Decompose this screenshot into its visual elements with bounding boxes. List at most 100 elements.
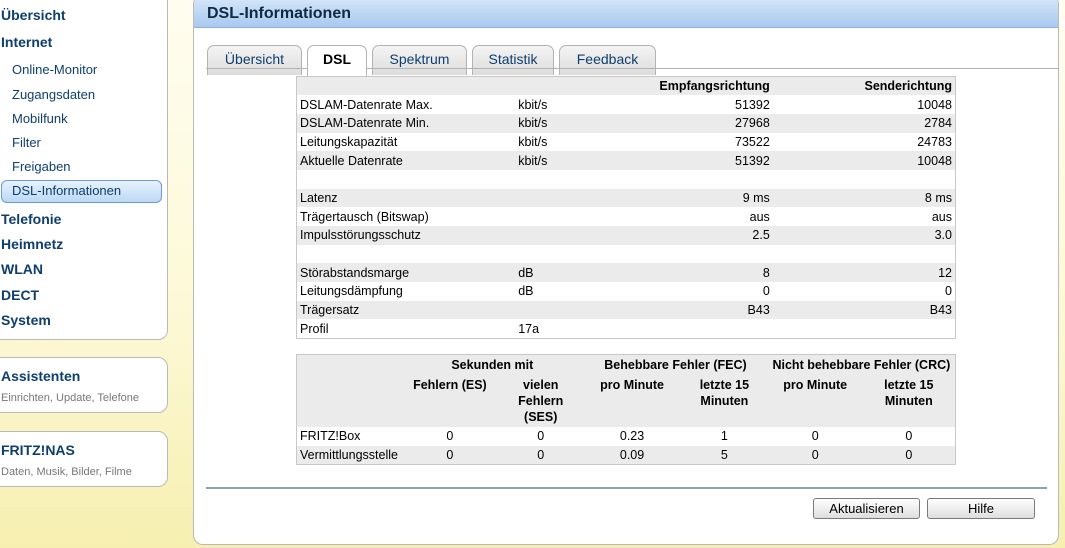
row-value: 0 [537, 447, 545, 462]
header-crc: Nicht behebbare Fehler (CRC) [772, 358, 951, 372]
panel-header: DSL-Informationen [194, 0, 1058, 28]
assistenten-description: Einrichten, Update, Telefone [1, 392, 139, 404]
row-rx-value [645, 319, 773, 338]
row-tx-value: 3.0 [934, 228, 952, 243]
fritznas-box[interactable]: FRITZ!NAS Daten, Musik, Bilder, Filme [0, 431, 168, 487]
tab-feedback[interactable]: Feedback [559, 45, 656, 75]
row-rx-value: 27968 [735, 116, 770, 131]
dsl-info-table: Empfangsrichtung Senderichtung DSLAM-Dat… [296, 76, 956, 339]
tab-spektrum[interactable]: Spektrum [372, 45, 467, 75]
row-tx-value: 8 ms [924, 190, 952, 205]
nav-item-uebersicht[interactable]: Übersicht [1, 7, 66, 23]
row-label: Störabstandsmarge [300, 265, 410, 280]
table-row: Störabstandsmarge dB 8 12 [296, 263, 956, 283]
row-label: DSLAM-Datenrate Max. [300, 97, 433, 112]
row-rx-value: B43 [747, 303, 770, 318]
row-tx-value [773, 245, 956, 264]
assistenten-box[interactable]: Assistenten Einrichten, Update, Telefone [0, 357, 168, 413]
row-unit: kbit/s [518, 134, 548, 149]
row-value: 0 [811, 447, 819, 462]
table-row: Leitungsdämpfung dB 0 0 [296, 282, 956, 301]
subheader-crc-per-minute: pro Minute [783, 378, 848, 392]
nav-item-system[interactable]: System [1, 312, 51, 328]
tab-uebersicht[interactable]: Übersicht [207, 45, 302, 75]
row-tx-value: 24783 [917, 134, 952, 149]
subheader-ses: vielen Fehlern (SES) [518, 378, 564, 424]
row-rx-value: aus [749, 209, 770, 224]
header-sekunden-mit: Sekunden mit [451, 358, 534, 372]
row-rx-value: 51392 [735, 153, 770, 168]
aktualisieren-button[interactable]: Aktualisieren [813, 498, 920, 519]
subheader-es: Fehlern (ES) [413, 378, 487, 392]
row-rx-value: 51392 [735, 97, 770, 112]
row-label: Aktuelle Datenrate [300, 153, 403, 168]
row-label: Leitungsdämpfung [300, 284, 403, 299]
row-label: Latenz [300, 190, 338, 205]
row-tx-value: 2784 [924, 116, 952, 131]
row-unit: kbit/s [518, 97, 548, 112]
row-value: 0 [446, 429, 454, 444]
nav-item-freigaben[interactable]: Freigaben [12, 159, 71, 174]
row-value: 0 [905, 447, 913, 462]
row-tx-value: B43 [929, 303, 952, 318]
table-row: Aktuelle Datenrate kbit/s 51392 10048 [296, 151, 956, 170]
row-label: DSLAM-Datenrate Min. [300, 116, 430, 131]
subheader-crc-15-minutes: letzte 15 Minuten [884, 378, 934, 408]
row-tx-value [773, 319, 956, 338]
fritznas-description: Daten, Musik, Bilder, Filme [1, 466, 132, 478]
fritznas-title[interactable]: FRITZ!NAS [1, 442, 75, 458]
table-row: Trägersatz B43 B43 [296, 300, 956, 320]
tab-statistik[interactable]: Statistik [472, 45, 554, 75]
assistenten-title[interactable]: Assistenten [1, 368, 80, 384]
row-tx-value: 12 [938, 265, 952, 280]
row-value: 0 [905, 429, 913, 444]
row-label: Impulsstörungsschutz [300, 228, 421, 243]
row-value: 0 [811, 429, 819, 444]
nav-item-mobilfunk[interactable]: Mobilfunk [12, 111, 68, 126]
nav-item-filter[interactable]: Filter [12, 135, 41, 150]
row-label: Leitungskapazität [300, 134, 398, 149]
row-tx-value: 10048 [917, 97, 952, 112]
table-header-row: Sekunden mit Behebbare Fehler (FEC) Nich… [296, 354, 956, 375]
subheader-fec-per-minute: pro Minute [600, 378, 664, 392]
nav-item-online-monitor[interactable]: Online-Monitor [12, 62, 97, 77]
table-row: Impulsstörungsschutz 2.5 3.0 [296, 226, 956, 245]
table-header-row: Empfangsrichtung Senderichtung [296, 76, 956, 96]
hilfe-button[interactable]: Hilfe [927, 498, 1035, 519]
row-value: 0.23 [619, 429, 645, 444]
row-label [297, 170, 516, 189]
nav-item-heimnetz[interactable]: Heimnetz [1, 236, 63, 252]
nav-item-zugangsdaten[interactable]: Zugangsdaten [12, 87, 95, 102]
row-label: Profil [300, 321, 329, 336]
row-unit: dB [518, 265, 534, 280]
table-row: Leitungskapazität kbit/s 73522 24783 [296, 132, 956, 152]
row-value: 5 [720, 447, 728, 462]
row-label: FRITZ!Box [300, 429, 361, 444]
row-rx-value [645, 245, 773, 264]
row-value: 1 [720, 429, 728, 444]
header-empfangsrichtung: Empfangsrichtung [659, 79, 770, 94]
row-tx-value: 0 [945, 284, 952, 299]
row-value: 0 [537, 429, 545, 444]
tab-dsl[interactable]: DSL [307, 45, 367, 76]
nav-item-dsl-informationen[interactable]: DSL-Informationen [12, 183, 121, 198]
table-row-spacer [296, 244, 956, 264]
row-rx-value: 2.5 [752, 228, 770, 243]
nav-item-dect[interactable]: DECT [1, 287, 39, 303]
header-cell [515, 77, 645, 96]
row-unit: 17a [518, 321, 540, 336]
row-unit [515, 245, 645, 264]
nav-item-internet[interactable]: Internet [1, 34, 52, 50]
table-row-spacer [296, 169, 956, 189]
row-value: 0.09 [619, 447, 645, 462]
nav-item-telefonie[interactable]: Telefonie [1, 211, 61, 227]
row-unit: kbit/s [518, 116, 548, 131]
row-unit [515, 189, 645, 208]
page-title: DSL-Informationen [207, 5, 351, 22]
row-unit: dB [518, 284, 534, 299]
row-rx-value: 0 [762, 284, 770, 299]
header-cell [297, 77, 516, 96]
table-row: DSLAM-Datenrate Max. kbit/s 51392 10048 [296, 95, 956, 114]
table-row: Profil 17a [296, 319, 956, 339]
nav-item-wlan[interactable]: WLAN [1, 261, 43, 277]
